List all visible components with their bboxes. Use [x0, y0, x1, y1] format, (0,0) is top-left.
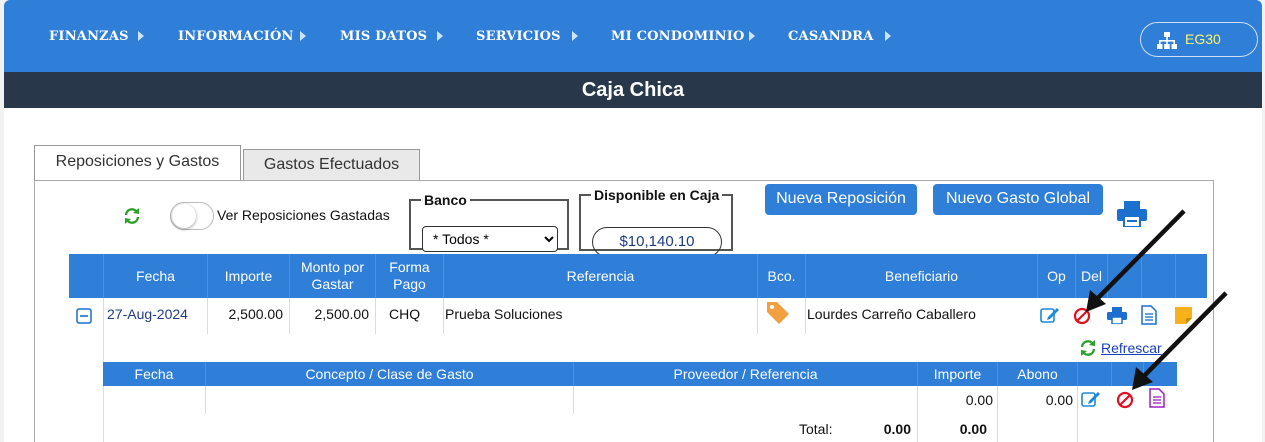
- tab-gastos-efectuados[interactable]: Gastos Efectuados: [243, 149, 420, 181]
- tag-icon[interactable]: [765, 300, 791, 326]
- row-beneficiario: Lourdes Carreño Caballero: [807, 306, 976, 322]
- nav-item-casandra[interactable]: CASANDRA: [788, 29, 874, 44]
- nueva-reposicion-button[interactable]: Nueva Reposición: [765, 184, 917, 215]
- nuevo-gasto-global-button[interactable]: Nuevo Gasto Global: [933, 184, 1103, 215]
- print-icon[interactable]: [1117, 201, 1147, 227]
- top-nav: FINANZAS INFORMACIÓN MIS DATOS SERVICIOS…: [4, 0, 1262, 72]
- page: FINANZAS INFORMACIÓN MIS DATOS SERVICIOS…: [0, 0, 1265, 442]
- refresh-icon[interactable]: [123, 207, 141, 225]
- row-referencia: Prueba Soluciones: [445, 306, 563, 322]
- disponible-amount: $10,140.10: [592, 227, 722, 257]
- sticky-note-icon[interactable]: [1175, 307, 1192, 324]
- toggle-label: Ver Reposiciones Gastadas: [217, 207, 390, 223]
- page-title: Caja Chica: [4, 72, 1262, 108]
- caret-right-icon: [572, 31, 578, 41]
- header-op: Op: [1037, 254, 1075, 298]
- disponible-group: Disponible en Caja $10,140.10: [579, 187, 733, 257]
- user-label: EG30: [1185, 31, 1221, 47]
- banco-select[interactable]: * Todos *: [422, 226, 558, 252]
- header-bco: Bco.: [757, 254, 805, 298]
- row-monto: 2,500.00: [314, 306, 370, 322]
- total-importe: 0.00: [883, 421, 911, 437]
- header-beneficiario: Beneficiario: [805, 254, 1037, 298]
- caret-right-icon: [749, 31, 755, 41]
- tab-reposiciones-gastos[interactable]: Reposiciones y Gastos: [34, 145, 241, 181]
- header-fecha: Fecha: [103, 254, 207, 298]
- nav-item-finanzas[interactable]: FINANZAS: [49, 29, 129, 44]
- refrescar-link[interactable]: Refrescar: [1101, 340, 1162, 356]
- sub-header-importe: Importe: [917, 362, 997, 386]
- caret-right-icon: [138, 31, 144, 41]
- sub-header-abono: Abono: [997, 362, 1077, 386]
- sub-header-concepto: Concepto / Clase de Gasto: [205, 362, 573, 386]
- total-label: Total:: [799, 421, 833, 437]
- banco-group: Banco * Todos *: [409, 192, 569, 252]
- collapse-icon[interactable]: [76, 308, 92, 324]
- refresh-icon[interactable]: [1079, 339, 1097, 357]
- caret-right-icon: [885, 31, 891, 41]
- total-abono: 0.00: [959, 421, 987, 437]
- edit-icon[interactable]: [1081, 390, 1101, 408]
- sub-header-proveedor: Proveedor / Referencia: [573, 362, 917, 386]
- row-importe: 2,500.00: [228, 306, 284, 322]
- header-forma-pago: Forma Pago: [375, 254, 443, 298]
- header-referencia: Referencia: [443, 254, 757, 298]
- caret-right-icon: [437, 31, 443, 41]
- delete-icon[interactable]: [1073, 307, 1091, 325]
- detail-table-header: Fecha Concepto / Clase de Gasto Proveedo…: [103, 362, 1177, 386]
- ver-reposiciones-toggle[interactable]: [170, 202, 214, 230]
- print-row-icon[interactable]: [1107, 307, 1127, 324]
- edit-icon[interactable]: [1040, 306, 1060, 324]
- nav-item-servicios[interactable]: SERVICIOS: [476, 29, 561, 44]
- document-icon[interactable]: [1141, 305, 1157, 325]
- nav-item-mis-datos[interactable]: MIS DATOS: [340, 29, 427, 44]
- header-monto: Monto por Gastar: [289, 254, 375, 298]
- tab-panel: Ver Reposiciones Gastadas Banco * Todos …: [34, 180, 1214, 442]
- header-importe: Importe: [207, 254, 289, 298]
- header-del: Del: [1075, 254, 1107, 298]
- content-area: Reposiciones y Gastos Gastos Efectuados …: [4, 108, 1262, 442]
- sub-row-importe: 0.00: [965, 392, 993, 408]
- user-menu-button[interactable]: EG30: [1140, 22, 1258, 57]
- banco-legend: Banco: [424, 192, 467, 208]
- sub-header-fecha: Fecha: [134, 366, 174, 382]
- delete-icon[interactable]: [1116, 391, 1134, 409]
- sitemap-icon: [1157, 32, 1177, 49]
- disponible-legend: Disponible en Caja: [594, 187, 720, 203]
- row-forma-pago: CHQ: [389, 306, 421, 322]
- nav-item-mi-condominio[interactable]: MI CONDOMINIO: [611, 29, 745, 44]
- main-table-header: Fecha Importe Monto por Gastar Forma Pag…: [69, 254, 1207, 298]
- caret-right-icon: [300, 31, 306, 41]
- sub-row-abono: 0.00: [1045, 392, 1073, 408]
- nav-item-informacion[interactable]: INFORMACIÓN: [178, 29, 294, 44]
- row-fecha: 27-Aug-2024: [107, 306, 188, 322]
- document-icon[interactable]: [1149, 388, 1165, 408]
